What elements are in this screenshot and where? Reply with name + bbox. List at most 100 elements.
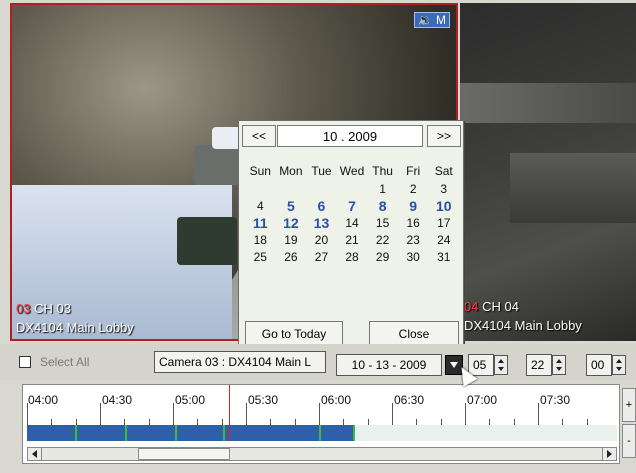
event-marker [223, 425, 225, 441]
calendar-day[interactable]: 14 [337, 215, 368, 232]
calendar-month-year: 10 . 2009 [277, 125, 423, 147]
car-scenery [177, 217, 237, 265]
calendar-weekday-header: Sun Mon Tue Wed Thu Fri Sat [245, 163, 459, 181]
office-scenery [460, 83, 636, 123]
calendar-day[interactable]: 18 [245, 232, 276, 249]
car-scenery [194, 145, 240, 185]
calendar-week-row: 123 [245, 181, 459, 198]
timeline-major-tick [246, 403, 247, 425]
calendar-day[interactable]: 22 [367, 232, 398, 249]
camera-name: DX4104 Main Lobby [16, 320, 134, 335]
date-field[interactable]: 10 - 13 - 2009 [336, 354, 442, 376]
timeline-major-tick [392, 403, 393, 425]
calendar-day[interactable]: 6 [306, 198, 337, 215]
timeline-time-label: 04:30 [102, 393, 133, 407]
timeline[interactable]: 04:00 04:30 05:00 05:30 06:00 06:30 07:00 07:30 [22, 384, 620, 464]
calendar-day[interactable]: 20 [306, 232, 337, 249]
scroll-right-icon[interactable] [602, 448, 616, 460]
timeline-major-tick [538, 403, 539, 425]
camera-channel-label: 04 CH 04 [464, 299, 519, 315]
second-field[interactable]: 00 [586, 354, 612, 376]
calendar-day[interactable]: 24 [428, 232, 459, 249]
calendar-day[interactable]: 21 [337, 232, 368, 249]
office-scenery [510, 153, 636, 223]
calendar-day[interactable]: 7 [337, 198, 368, 215]
close-button[interactable]: Close [369, 321, 459, 346]
second-spinner[interactable] [612, 355, 626, 375]
calendar-day[interactable]: 25 [245, 249, 276, 266]
calendar-day[interactable]: 16 [398, 215, 429, 232]
scrollbar-thumb[interactable] [138, 448, 230, 460]
calendar-day [276, 181, 307, 198]
timeline-major-tick [173, 403, 174, 425]
timeline-scrollbar[interactable] [27, 447, 617, 461]
camera-channel: CH 03 [34, 301, 71, 316]
calendar-day[interactable]: 29 [367, 249, 398, 266]
calendar-day[interactable]: 4 [245, 198, 276, 215]
calendar-day [306, 181, 337, 198]
calendar-day[interactable]: 27 [306, 249, 337, 266]
camera-pane-04[interactable]: 04 CH 04 DX4104 Main Lobby [460, 3, 636, 341]
recording-track[interactable] [27, 425, 617, 441]
event-marker [75, 425, 77, 441]
weekday-label: Mon [279, 164, 303, 178]
calendar-day[interactable]: 23 [398, 232, 429, 249]
weekday-label: Tue [311, 164, 332, 178]
prev-month-button[interactable]: << [242, 125, 276, 147]
scroll-left-icon[interactable] [28, 448, 42, 460]
weekday-label: Thu [372, 164, 393, 178]
calendar-popup: << 10 . 2009 >> Sun Mon Tue Wed Thu Fri Sat 1 2 3… [238, 120, 464, 350]
calendar-day [245, 181, 276, 198]
calendar-day[interactable]: 31 [428, 249, 459, 266]
weekday-label: Sun [249, 164, 271, 178]
timeline-time-label: 04:00 [28, 393, 59, 407]
calendar-day[interactable]: 17 [428, 215, 459, 232]
event-marker [125, 425, 127, 441]
timeline-major-tick [100, 403, 101, 425]
calendar-day[interactable]: 13 [306, 215, 337, 232]
calendar-day[interactable]: 9 [398, 198, 429, 215]
timeline-time-label: 05:30 [248, 393, 279, 407]
calendar-day[interactable]: 26 [276, 249, 307, 266]
calendar-day[interactable]: 10 [428, 198, 459, 215]
camera-channel: CH 04 [482, 299, 519, 314]
calendar-day[interactable]: 19 [276, 232, 307, 249]
calendar-week-row: 11 12 13 14 15 16 17 [245, 215, 459, 232]
calendar-day [337, 181, 368, 198]
calendar-week-row: 18 19 20 21 22 23 24 [245, 232, 459, 249]
calendar-day[interactable]: 5 [276, 198, 307, 215]
minute-spinner[interactable] [552, 355, 566, 375]
controls-bar: Select All Camera 03 : DX4104 Main L 10 … [0, 344, 636, 380]
camera-number: 04 [464, 299, 479, 314]
calendar-day[interactable]: 28 [337, 249, 368, 266]
camera-select[interactable]: Camera 03 : DX4104 Main L [154, 351, 326, 373]
zoom-in-button[interactable]: + [622, 388, 636, 422]
zoom-out-button[interactable]: - [622, 424, 636, 458]
timeline-time-label: 06:30 [394, 393, 425, 407]
calendar-day[interactable]: 3 [428, 181, 459, 198]
select-all-checkbox[interactable] [19, 356, 31, 368]
timeline-time-label: 05:00 [175, 393, 206, 407]
calendar-day[interactable]: 30 [398, 249, 429, 266]
hour-spinner[interactable] [494, 355, 508, 375]
weekday-label: Wed [339, 164, 365, 178]
timeline-major-tick [319, 403, 320, 425]
playhead[interactable] [229, 385, 230, 441]
timeline-ruler: 04:00 04:30 05:00 05:30 06:00 06:30 07:00 07:30 [23, 385, 619, 425]
calendar-week-row: 4 5 6 7 8 9 10 [245, 198, 459, 215]
calendar-day[interactable]: 2 [398, 181, 429, 198]
camera-channel-label: 03 CH 03 [16, 301, 71, 317]
calendar-day[interactable]: 11 [245, 215, 276, 232]
calendar-day[interactable]: 1 [367, 181, 398, 198]
audio-indicator[interactable]: 🔉 M [413, 12, 450, 28]
next-month-button[interactable]: >> [427, 125, 461, 147]
timeline-major-tick [465, 403, 466, 425]
timeline-time-label: 07:30 [540, 393, 571, 407]
calendar-day[interactable]: 15 [367, 215, 398, 232]
timeline-time-label: 07:00 [467, 393, 498, 407]
calendar-day[interactable]: 12 [276, 215, 307, 232]
minute-field[interactable]: 22 [526, 354, 552, 376]
calendar-day[interactable]: 8 [367, 198, 398, 215]
select-all-label: Select All [40, 355, 90, 369]
go-to-today-button[interactable]: Go to Today [245, 321, 343, 346]
